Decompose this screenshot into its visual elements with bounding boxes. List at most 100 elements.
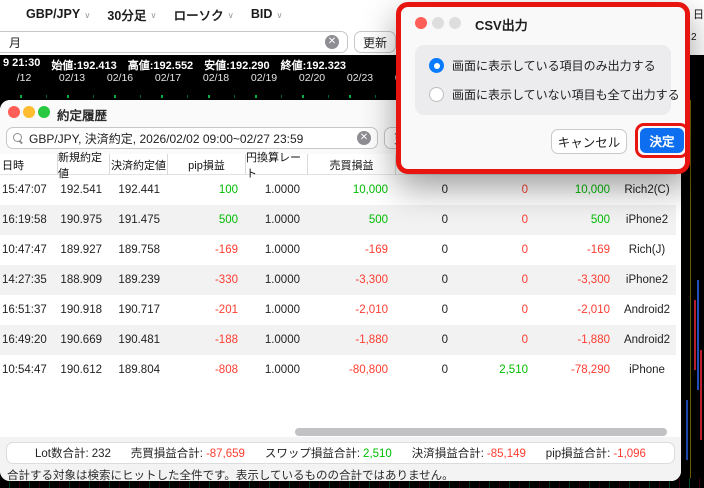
chevron-down-icon: ∨: [84, 10, 90, 21]
summary-label: Lot数合計:: [35, 448, 89, 460]
table-cell: 190.717: [110, 304, 168, 316]
price-side-dropdown[interactable]: BID ∨: [251, 7, 283, 21]
window-title: 約定履歴: [57, 105, 107, 124]
table-row[interactable]: 14:27:35188.909189.239-3301.0000-3,30000…: [0, 265, 676, 295]
table-cell: -2,010: [308, 304, 396, 316]
date-tick-label: 02/23: [336, 72, 384, 84]
table-cell: 189.927: [58, 244, 110, 256]
history-search-value: GBP/JPY, 決済約定, 2026/02/02 09:00~02/27 23…: [29, 130, 303, 147]
table-cell: -1,880: [308, 334, 396, 346]
table-cell: 500: [168, 214, 246, 226]
table-cell: 2,510: [456, 364, 536, 376]
table-cell: 10:47:47: [0, 244, 58, 256]
table-cell: iPhone2: [618, 274, 676, 286]
candlestick-sliver: [700, 350, 702, 440]
table-cell: 10,000: [308, 184, 396, 196]
period-value: 月: [9, 34, 21, 51]
timeframe-dropdown[interactable]: 30分足 ∨: [107, 5, 156, 24]
table-cell: 191.475: [110, 214, 168, 226]
table-cell: -80,800: [308, 364, 396, 376]
table-cell: 0: [396, 184, 456, 196]
table-row[interactable]: 16:19:58190.975191.4755001.000050000500i…: [0, 205, 676, 235]
confirm-button-highlight: 決定: [635, 123, 689, 158]
table-cell: iPhone2: [618, 214, 676, 226]
candlestick-sliver: [686, 400, 688, 460]
pair-dropdown[interactable]: GBP/JPY ∨: [26, 7, 90, 21]
date-tick-label: 02/13: [48, 72, 96, 84]
table-cell: Rich2(C): [618, 184, 676, 196]
table-cell: 189.239: [110, 274, 168, 286]
table-body: 15:47:07192.541192.4411001.000010,000001…: [0, 175, 676, 385]
table-cell: -3,300: [536, 274, 618, 286]
summary-item: スワップ損益合計:2,510: [265, 445, 392, 461]
ohlc-readout: 9 21:30 始値:192.413 高値:192.552 安値:192.290…: [3, 57, 346, 73]
column-header[interactable]: 円換算レート: [246, 154, 308, 175]
summary-item: 決済損益合計:-85,149: [412, 445, 526, 461]
table-cell: 0: [396, 274, 456, 286]
date-tick-label: 02/16: [96, 72, 144, 84]
table-row[interactable]: 10:54:47190.612189.804-8081.0000-80,8000…: [0, 355, 676, 385]
candlestick-sliver: [697, 280, 699, 390]
ohlc-close: 終値:192.323: [281, 57, 346, 73]
option-all-columns[interactable]: 画面に表示していない項目も全て出力する: [429, 86, 680, 103]
table-cell: -78,290: [536, 364, 618, 376]
table-cell: 0: [396, 364, 456, 376]
table-cell: 16:19:58: [0, 214, 58, 226]
date-tick-label: /12: [0, 72, 48, 84]
minimize-icon[interactable]: [23, 106, 35, 118]
table-row[interactable]: 10:47:47189.927189.758-1691.0000-16900-1…: [0, 235, 676, 265]
clear-icon[interactable]: ✕: [325, 35, 339, 49]
date-tick-label: 02/20: [288, 72, 336, 84]
horizontal-scrollbar[interactable]: [295, 428, 667, 436]
table-cell: 0: [456, 214, 536, 226]
zoom-icon: [449, 17, 461, 29]
dialog-title: CSV出力: [475, 15, 528, 34]
summary-value: -1,096: [613, 448, 646, 460]
column-header[interactable]: 決済約定値: [110, 154, 168, 175]
option-label: 画面に表示していない項目も全て出力する: [452, 86, 680, 103]
table-cell: 190.669: [58, 334, 110, 346]
column-header[interactable]: 売買損益: [308, 154, 396, 175]
radio-unselected-icon[interactable]: [429, 87, 444, 102]
confirm-button[interactable]: 決定: [640, 128, 684, 153]
period-input[interactable]: 月 ✕: [0, 31, 348, 53]
summary-bar: Lot数合計:232 売買損益合計:-87,659 スワップ損益合計:2,510 決済…: [6, 442, 675, 464]
option-visible-columns-only[interactable]: 画面に表示している項目のみ出力する: [429, 57, 656, 74]
pair-label: GBP/JPY: [26, 7, 80, 21]
column-header[interactable]: pip損益: [168, 154, 246, 175]
column-header[interactable]: 日時: [0, 154, 58, 175]
table-cell: 190.975: [58, 214, 110, 226]
table-cell: 190.918: [58, 304, 110, 316]
chart-type-dropdown[interactable]: ローソク ∨: [174, 5, 234, 24]
edge-text-fragment: 2: [691, 32, 697, 43]
column-header[interactable]: 新規約定値: [58, 154, 110, 175]
summary-item: 売買損益合計:-87,659: [131, 445, 245, 461]
table-cell: 190.612: [58, 364, 110, 376]
ohlc-high: 高値:192.552: [128, 57, 193, 73]
clear-icon[interactable]: ✕: [357, 131, 371, 145]
chevron-down-icon: ∨: [276, 10, 282, 21]
chart-refresh-button[interactable]: 更新: [354, 31, 396, 53]
cancel-label: キャンセル: [558, 132, 621, 151]
confirm-label: 決定: [649, 131, 674, 150]
table-cell: 0: [396, 244, 456, 256]
radio-selected-icon[interactable]: [429, 58, 444, 73]
history-search-input[interactable]: GBP/JPY, 決済約定, 2026/02/02 09:00~02/27 23…: [6, 127, 378, 149]
cancel-button[interactable]: キャンセル: [551, 129, 627, 154]
option-label: 画面に表示している項目のみ出力する: [452, 57, 656, 74]
table-cell: 1.0000: [246, 304, 308, 316]
table-cell: 0: [396, 334, 456, 346]
table-cell: iPhone: [618, 364, 676, 376]
table-cell: 0: [456, 334, 536, 346]
summary-value: 232: [92, 448, 111, 460]
summary-item: Lot数合計:232: [35, 445, 111, 461]
screen: GBP/JPY ∨ 30分足 ∨ ローソク ∨ BID ∨ 月 ✕ 更新 最終更…: [0, 0, 704, 488]
zoom-icon[interactable]: [38, 106, 50, 118]
close-icon[interactable]: [415, 17, 427, 29]
table-row[interactable]: 16:49:20190.669190.481-1881.0000-1,88000…: [0, 325, 676, 355]
close-icon[interactable]: [8, 106, 20, 118]
table-cell: 188.909: [58, 274, 110, 286]
table-cell: 0: [456, 274, 536, 286]
table-row[interactable]: 16:51:37190.918190.717-2011.0000-2,01000…: [0, 295, 676, 325]
table-cell: 1.0000: [246, 364, 308, 376]
